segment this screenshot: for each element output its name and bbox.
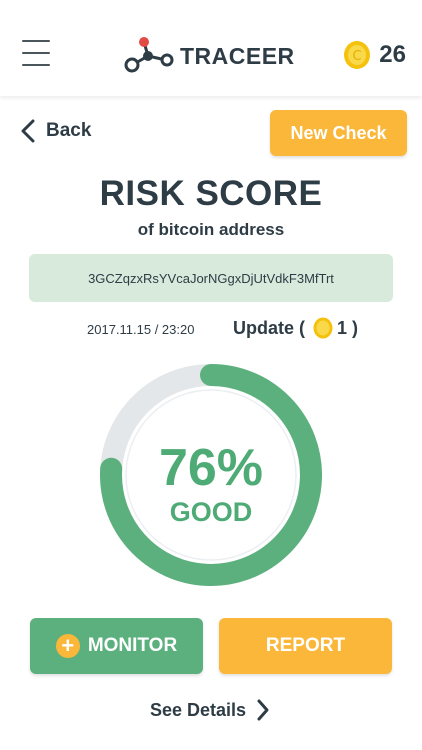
coin-icon <box>313 317 333 339</box>
back-button[interactable]: Back <box>20 118 91 144</box>
coin-balance: C 26 <box>343 40 406 70</box>
see-details-link[interactable]: See Details <box>150 698 270 722</box>
bitcoin-address-box: 3GCZqzxRsYVcaJorNGgxDjUtVdkF3MfTrt <box>29 254 393 302</box>
coin-count: 26 <box>379 41 406 68</box>
page-title: RISK SCORE <box>99 174 323 213</box>
back-label: Back <box>46 120 92 141</box>
page-subtitle: of bitcoin address <box>137 220 285 239</box>
hamburger-menu-icon[interactable] <box>22 40 50 72</box>
risk-score-value: 76% <box>158 439 264 497</box>
update-cost: 1 ) <box>337 317 359 338</box>
check-timestamp: 2017.11.15 / 23:20 <box>87 322 195 337</box>
monitor-label: MONITOR <box>87 635 178 656</box>
coin-icon: C <box>344 41 371 69</box>
app-logo: TRACEER <box>122 34 295 78</box>
report-button[interactable]: REPORT <box>219 618 392 674</box>
bitcoin-address: 3GCZqzxRsYVcaJorNGgxDjUtVdkF3MfTrt <box>88 270 334 286</box>
plus-icon: + <box>55 634 80 658</box>
chevron-right-icon <box>257 699 269 721</box>
node-graph-logo-icon <box>124 37 174 73</box>
risk-score-status: GOOD <box>169 497 253 527</box>
update-button[interactable]: Update ( 1 ) <box>233 317 358 339</box>
monitor-button[interactable]: + MONITOR <box>30 618 203 674</box>
svg-text:C: C <box>353 49 362 64</box>
top-bar: TRACEER C 26 <box>0 0 422 96</box>
new-check-button[interactable]: New Check <box>270 110 407 156</box>
brand-name: TRACEER <box>180 42 295 69</box>
chevron-left-icon <box>21 119 35 143</box>
update-label: Update ( <box>233 317 305 338</box>
see-details-label: See Details <box>150 699 247 720</box>
